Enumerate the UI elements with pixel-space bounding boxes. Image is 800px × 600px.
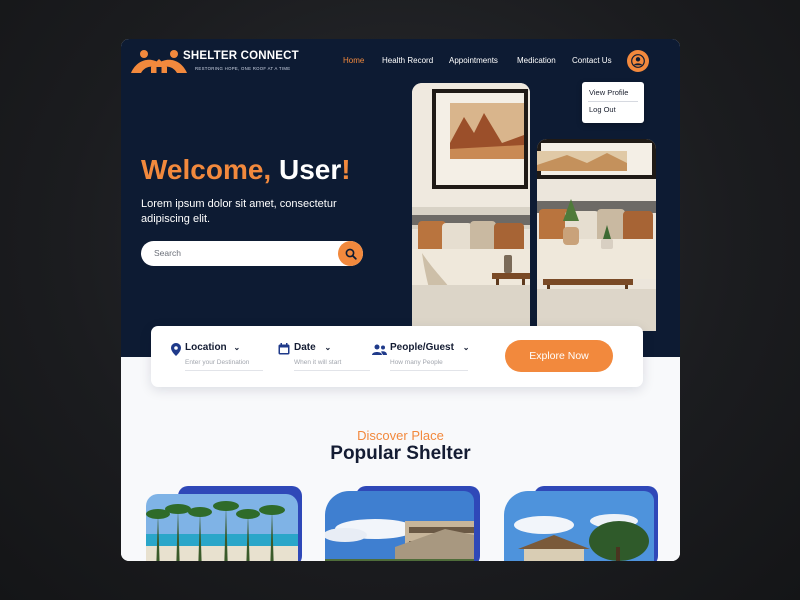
date-underline [294,370,370,371]
section-kicker: Discover Place [357,428,444,443]
date-hint[interactable]: When it will start [294,359,341,366]
nav-health-record[interactable]: Health Record [382,56,433,65]
app-frame: SHELTER CONNECT RESTORING HOPE, ONE ROOF… [121,39,680,561]
booking-bar: Location ⌄ Enter your Destination Date ⌄… [151,326,643,387]
people-underline [390,370,468,371]
welcome-user: User [278,154,342,185]
brand-tagline: RESTORING HOPE, ONE ROOF AT A TIME [195,66,291,71]
people-field[interactable]: People/Guest ⌄ [390,342,469,353]
hero-image-living-room-left [412,83,530,331]
people-hint[interactable]: How many People [390,359,443,366]
log-out-item[interactable]: Log Out [589,105,616,114]
user-avatar-button[interactable] [627,50,649,72]
shelter-card-villa[interactable] [504,491,654,561]
brand-name[interactable]: SHELTER CONNECT [183,50,299,62]
calendar-icon [278,343,290,355]
view-profile-item[interactable]: View Profile [589,88,628,97]
chevron-down-icon: ⌄ [462,343,470,352]
search-icon [345,248,357,260]
hero-image-living-room-right [537,139,656,331]
chevron-down-icon: ⌄ [233,343,241,352]
section-title: Popular Shelter [330,443,471,464]
nav-home[interactable]: Home [343,56,364,65]
nav-appointments[interactable]: Appointments [449,56,498,65]
hero-description: Lorem ipsum dolor sit amet, consectetur … [141,198,337,225]
logo-icon [131,50,187,73]
location-pin-icon [171,343,181,356]
people-label: People/Guest [390,342,454,353]
welcome-prefix: Welcome, [141,154,272,185]
menu-divider [588,101,638,102]
search-bar[interactable]: Search [141,241,363,266]
search-input[interactable]: Search [154,248,181,258]
welcome-suffix: ! [341,154,351,185]
chevron-down-icon: ⌄ [324,343,332,352]
shelter-card-beach[interactable] [146,494,298,561]
shelter-card-resort[interactable] [325,491,474,561]
people-icon [372,344,387,355]
user-avatar-icon [631,54,645,68]
location-label: Location [185,342,227,353]
nav-contact-us[interactable]: Contact Us [572,56,612,65]
explore-now-button[interactable]: Explore Now [505,340,613,372]
search-button[interactable] [338,241,363,266]
location-hint[interactable]: Enter your Destination [185,359,249,366]
hero-section: SHELTER CONNECT RESTORING HOPE, ONE ROOF… [121,39,680,357]
location-field[interactable]: Location ⌄ [185,342,240,353]
welcome-heading: Welcome, User! [141,154,351,186]
location-underline [185,370,263,371]
user-dropdown-menu: View Profile Log Out [582,82,644,123]
date-label: Date [294,342,316,353]
date-field[interactable]: Date ⌄ [294,342,331,353]
nav-medication[interactable]: Medication [517,56,556,65]
